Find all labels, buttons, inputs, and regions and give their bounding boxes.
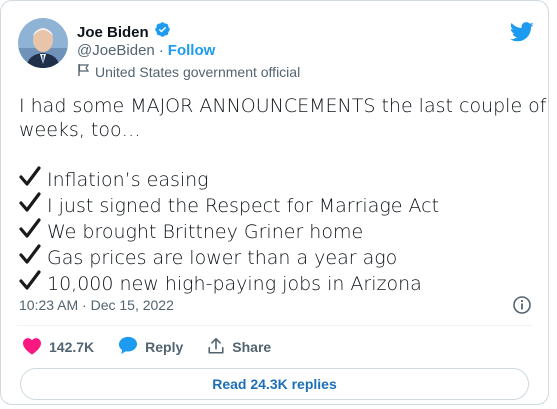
author-name-row: Joe Biden bbox=[77, 21, 171, 43]
list-item: Gas prices are lower than a year ago bbox=[19, 244, 534, 270]
list-item: We brought Brittney Griner home bbox=[19, 218, 534, 244]
verified-badge-icon bbox=[154, 21, 171, 43]
like-button[interactable]: 142.7K bbox=[22, 337, 94, 358]
avatar-image bbox=[18, 18, 68, 68]
check-mark-icon bbox=[19, 270, 41, 296]
check-mark-icon bbox=[19, 218, 41, 244]
tweet-intro-line: I had some MAJOR ANNOUNCEMENTS the last … bbox=[19, 95, 547, 117]
list-item-text: I just signed the Respect for Marriage A… bbox=[47, 195, 440, 217]
twitter-bird-icon[interactable] bbox=[509, 22, 534, 42]
read-replies-button[interactable]: Read 24.3K replies bbox=[20, 368, 529, 400]
share-label: Share bbox=[232, 339, 272, 355]
reply-button[interactable]: Reply bbox=[118, 336, 183, 358]
government-label-row: United States government official bbox=[77, 63, 300, 80]
separator-dot: · bbox=[158, 42, 164, 59]
check-mark-icon bbox=[19, 192, 41, 218]
list-item: 10,000 new high-paying jobs in Arizona bbox=[19, 270, 534, 296]
government-label: United States government official bbox=[95, 63, 301, 80]
list-item: I just signed the Respect for Marriage A… bbox=[19, 192, 534, 218]
author-handle-row: @JoeBiden · Follow bbox=[77, 42, 215, 59]
check-mark-icon bbox=[19, 244, 41, 270]
list-item-text: We brought Brittney Griner home bbox=[47, 221, 364, 243]
list-item-text: Inflation’s easing bbox=[47, 169, 209, 191]
action-bar: 142.7K Reply Share bbox=[22, 336, 295, 358]
tweet-timestamp[interactable]: 10:23 AM · Dec 15, 2022 bbox=[19, 297, 174, 313]
like-count: 142.7K bbox=[49, 339, 95, 355]
list-item-text: 10,000 new high-paying jobs in Arizona bbox=[47, 273, 422, 295]
author-handle[interactable]: @JoeBiden bbox=[77, 42, 155, 59]
tweet-card: Joe Biden @JoeBiden · Follow United Stat… bbox=[0, 0, 549, 405]
follow-button[interactable]: Follow bbox=[168, 42, 216, 59]
list-item: Inflation’s easing bbox=[19, 166, 534, 192]
heart-icon bbox=[22, 337, 42, 358]
check-mark-icon bbox=[19, 166, 41, 192]
tweet-text: I had some MAJOR ANNOUNCEMENTS the last … bbox=[19, 94, 547, 296]
reply-label: Reply bbox=[145, 339, 184, 355]
flag-icon bbox=[77, 63, 91, 80]
list-item-text: Gas prices are lower than a year ago bbox=[47, 247, 398, 269]
share-icon bbox=[207, 337, 225, 358]
tweet-intro-line: weeks, too… bbox=[19, 119, 141, 141]
divider bbox=[17, 325, 532, 326]
author-display-name[interactable]: Joe Biden bbox=[77, 24, 149, 41]
info-icon[interactable] bbox=[512, 295, 532, 315]
avatar[interactable] bbox=[18, 18, 68, 68]
share-button[interactable]: Share bbox=[207, 337, 271, 358]
speech-bubble-icon bbox=[118, 336, 138, 358]
